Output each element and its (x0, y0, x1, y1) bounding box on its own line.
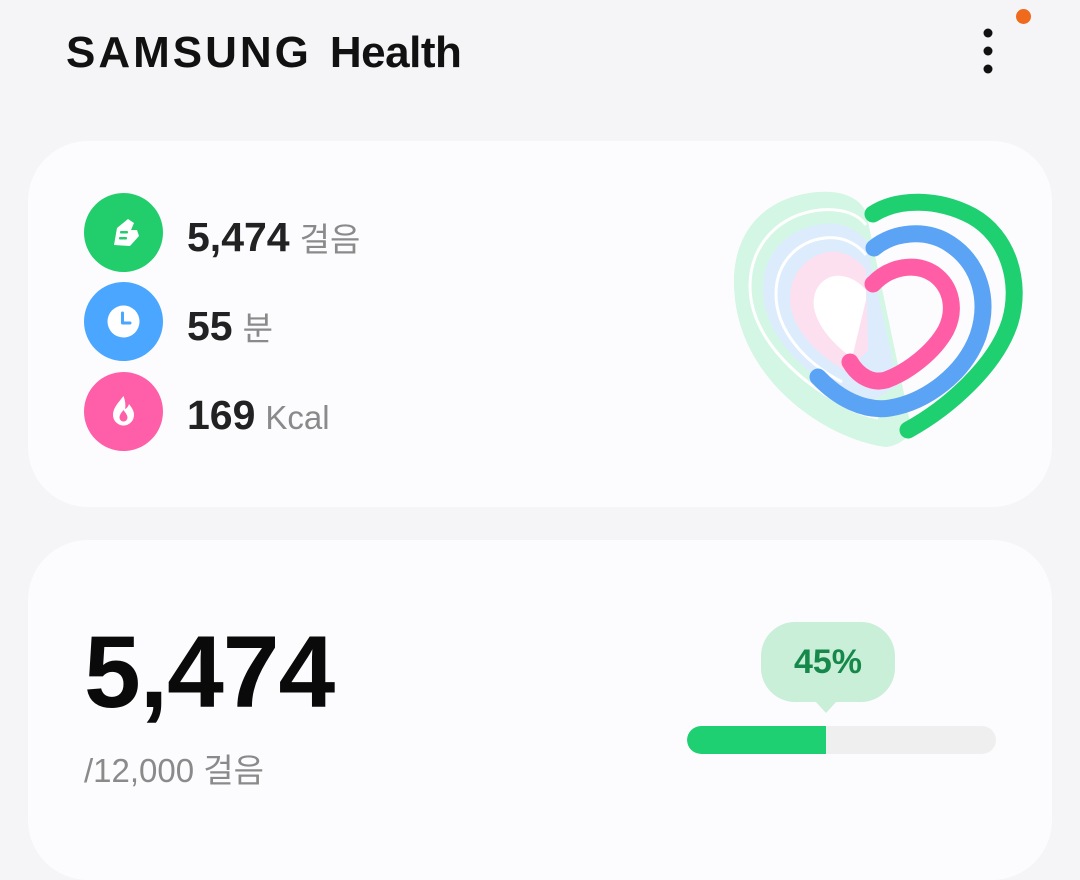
activity-summary-card[interactable]: 5,474 걸음 55 분 169 Kcal (28, 141, 1052, 507)
active-time-unit: 분 (242, 310, 273, 347)
more-vertical-icon (983, 28, 993, 74)
brand-name: SAMSUNG (66, 28, 312, 77)
active-time-value-line: 55 분 (187, 302, 273, 350)
shoe-icon (84, 193, 163, 272)
active-time-metric: 55 분 (84, 282, 644, 362)
steps-unit: 걸음 (299, 221, 361, 258)
steps-value-line: 5,474 걸음 (187, 213, 360, 261)
steps-progress-bar (687, 726, 996, 754)
app-logo: SAMSUNG Health (66, 28, 462, 78)
steps-value: 5,474 (187, 214, 290, 260)
steps-progress-fill (687, 726, 827, 754)
flame-icon (84, 372, 163, 451)
progress-percent-badge: 45% (761, 622, 895, 702)
steps-goal: /12,000 걸음 (84, 752, 264, 789)
more-options-button[interactable] (966, 22, 1010, 82)
steps-card[interactable]: 5,474 /12,000 걸음 45% (28, 540, 1052, 880)
app-name: Health (329, 28, 462, 77)
clock-icon (84, 282, 163, 361)
notification-dot (1016, 9, 1031, 24)
activity-heart-icon (734, 191, 1023, 447)
steps-metric: 5,474 걸음 (84, 193, 644, 273)
app-header: SAMSUNG Health (0, 0, 1080, 110)
calories-unit: Kcal (265, 399, 330, 436)
calories-metric: 169 Kcal (84, 372, 644, 452)
progress-badge-pointer (815, 701, 837, 713)
steps-count: 5,474 (84, 615, 335, 729)
active-time-value: 55 (187, 303, 233, 349)
calories-value: 169 (187, 392, 256, 438)
calories-value-line: 169 Kcal (187, 392, 330, 439)
